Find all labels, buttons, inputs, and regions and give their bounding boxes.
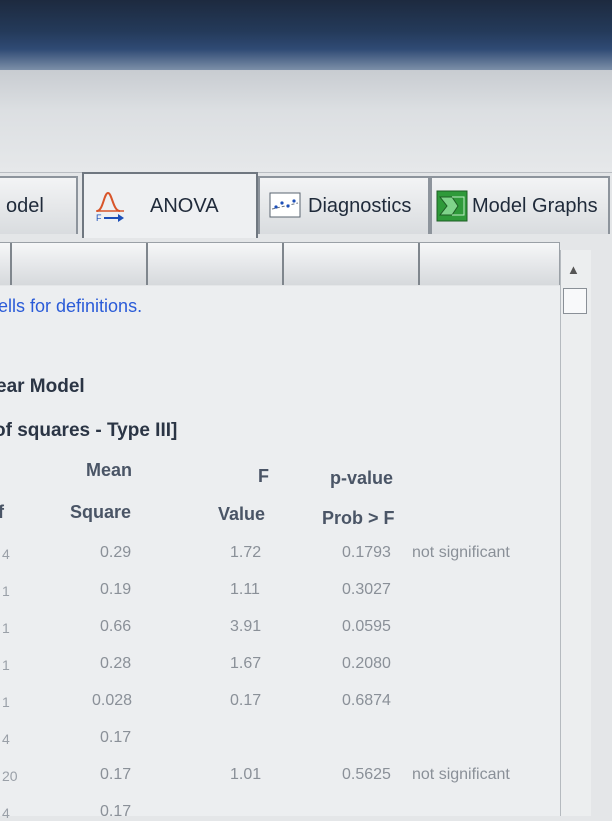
mean-square-cell: 0.66 [100,618,132,635]
scroll-up-arrow-icon[interactable]: ▲ [567,262,580,277]
tab-diagnostics[interactable]: Diagnostics [258,176,430,234]
p-value-cell: 0.5625 [342,766,391,783]
model-title: ear Model [0,376,85,397]
mean-square-header-line2: Square [70,502,132,522]
tab-model[interactable]: odel [0,176,78,234]
sum-of-squares-title: of squares - Type III] [0,420,178,441]
tab-anova-label: ANOVA [150,194,219,217]
column-header-cell[interactable] [0,243,12,285]
mean-square-cell: 0.29 [100,544,132,561]
p-value-cell: 0.2080 [342,655,391,672]
p-value-cell: 0.0595 [342,618,391,635]
tab-diagnostics-label: Diagnostics [308,194,412,217]
anova-content-panel: ells for definitions. ear Model of squar… [0,286,560,821]
p-value-cell: 0.1793 [342,544,391,561]
mean-square-cell: 0.28 [100,655,132,672]
df-cell: 20 [2,768,18,784]
significance-note: not significant [412,766,510,783]
tab-model-graphs-label: Model Graphs [472,194,598,217]
mean-square-cell: 0.028 [92,692,133,709]
df-cell: 1 [2,620,10,636]
mean-square-cell: 0.17 [100,729,132,746]
model-graphs-icon [436,190,468,222]
mean-square-cell: 0.19 [100,581,132,598]
column-header-cell[interactable] [12,243,148,285]
f-value-header-line2: Value [218,504,266,524]
column-header-cell[interactable] [284,243,420,285]
svg-text:F: F [96,213,102,223]
df-cell: 1 [2,583,10,599]
mean-square-cell: 0.17 [100,766,132,783]
f-value-cell: 3.91 [230,618,262,635]
tab-model-graphs[interactable]: Model Graphs [430,176,610,234]
mean-square-cell: 0.17 [100,803,132,820]
f-value-cell: 0.17 [230,692,262,709]
table-header-row [0,242,560,289]
df-cell: 4 [2,805,10,821]
f-value-header-line1: F [258,466,269,486]
df-cell: 4 [2,731,10,747]
f-value-cell: 1.01 [230,766,262,783]
column-header-cell[interactable] [420,243,560,285]
window-title-bar [0,0,612,70]
toolbar-area [0,70,612,173]
df-cell: 1 [2,694,10,710]
definitions-hint: ells for definitions. [0,296,143,316]
tab-anova[interactable]: F ANOVA [82,172,258,238]
df-column-header: f [0,502,4,522]
p-value-cell: 0.3027 [342,581,391,598]
tab-bar: odel F ANOVA Diagnostics Model Graphs [0,172,612,242]
p-value-header-line2: Prob > F [322,508,395,528]
significance-note: not significant [412,544,510,561]
p-value-cell: 0.6874 [342,692,391,709]
f-distribution-icon: F [96,191,124,223]
df-cell: 1 [2,657,10,673]
diagnostics-icon [269,192,301,218]
vertical-scrollbar[interactable]: ▲ [560,250,591,816]
f-value-cell: 1.67 [230,655,262,672]
mean-square-header-line1: Mean [86,460,133,480]
df-cell: 4 [2,546,10,562]
column-header-cell[interactable] [148,243,284,285]
scrollbar-thumb[interactable] [563,288,587,314]
tab-model-label: odel [6,194,44,217]
f-value-cell: 1.72 [230,544,262,561]
p-value-header-line1: p-value [330,468,394,488]
f-value-cell: 1.11 [230,581,260,598]
